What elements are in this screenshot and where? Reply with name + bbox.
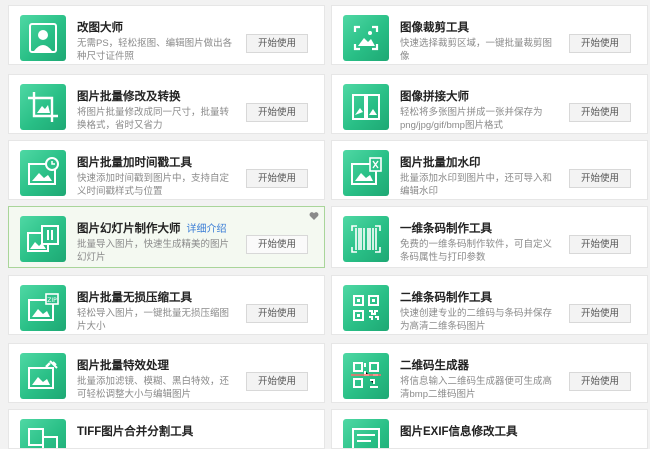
details-link[interactable]: 详细介绍 <box>187 224 227 235</box>
start-button[interactable]: 开始使用 <box>569 372 631 391</box>
tool-card[interactable]: 图片批量修改及转换将图片批量修改成同一尺寸，批量转换格式，省时又省力 开始使用 <box>8 74 325 134</box>
tool-title: 图片批量加水印 <box>400 154 481 170</box>
tool-description: 将图片批量修改成同一尺寸，批量转换格式，省时又省力 <box>77 107 230 131</box>
tool-title: 图片幻灯片制作大师 详细介绍 <box>77 220 227 236</box>
start-button[interactable]: 开始使用 <box>569 235 631 254</box>
crop-icon <box>20 84 66 130</box>
tool-card[interactable]: 图片批量特效处理批量添加滤镜、模糊、黑白特效，还可轻松调整大小与编辑图片 开始使用 <box>8 343 325 403</box>
tool-title: 图像裁剪工具 <box>400 19 469 35</box>
tool-description: 快速添加时间戳到图片中，支持自定义时间戳样式与位置 <box>77 173 230 197</box>
tool-title: 图片批量无损压缩工具 <box>77 289 192 305</box>
tool-card[interactable]: 二维码生成器将信息输入二维码生成器便可生成高清bmp二维码图片 开始使用 <box>331 343 648 403</box>
tool-description: 批量添加水印到图片中，还可导入和编辑水印 <box>400 173 553 197</box>
start-button[interactable]: 开始使用 <box>246 304 308 323</box>
tool-description: 批量添加滤镜、模糊、黑白特效，还可轻松调整大小与编辑图片 <box>77 376 230 400</box>
tool-title: 图片批量修改及转换 <box>77 88 181 104</box>
start-button[interactable]: 开始使用 <box>246 235 308 254</box>
tool-description: 免费的一维条码制作软件，可自定义条码属性与打印参数 <box>400 239 553 263</box>
tool-title-text: 二维条码制作工具 <box>400 292 492 304</box>
tool-card[interactable]: 二维条码制作工具快速创建专业的二维码与条码并保存为高清二维条码图片 开始使用 <box>331 275 648 335</box>
effects-icon <box>20 353 66 399</box>
start-button[interactable]: 开始使用 <box>246 103 308 122</box>
start-button[interactable]: 开始使用 <box>246 169 308 188</box>
tool-card[interactable]: 图片批量加水印批量添加水印到图片中，还可导入和编辑水印 开始使用 <box>331 140 648 200</box>
tool-description: 轻松将多张图片拼成一张并保存为png/jpg/gif/bmp图片格式 <box>400 107 543 131</box>
tool-title-text: 图片批量修改及转换 <box>77 91 181 103</box>
tool-title-text: 二维码生成器 <box>400 360 469 372</box>
exif-icon <box>343 419 389 448</box>
tool-title: 图片批量加时间戳工具 <box>77 154 192 170</box>
crop-frame-icon <box>343 15 389 61</box>
tool-title: 一维条码制作工具 <box>400 220 492 236</box>
tool-card[interactable]: 图像裁剪工具快速选择裁剪区域，一键批量裁剪图像 开始使用 <box>331 5 648 65</box>
tool-card[interactable]: 图片EXIF信息修改工具 <box>331 409 648 449</box>
tool-description: 轻松导入图片，一键批量无损压缩图片大小 <box>77 308 230 332</box>
tool-grid: 改图大师 无需PS，轻松抠图、编辑图片做出各种尺寸证件照 开始使用 图像裁剪工具 快速选… <box>0 0 650 449</box>
favorite-heart-icon[interactable] <box>309 211 319 221</box>
tool-title-text: 一维条码制作工具 <box>400 223 492 235</box>
tool-title-text: 图片EXIF信息修改工具 <box>400 426 518 438</box>
barcode-icon <box>343 216 389 262</box>
tool-title-text: 图像拼接大师 <box>400 91 469 103</box>
tool-title-text: TIFF图片合并分割工具 <box>77 426 194 438</box>
qr-generator-icon <box>343 353 389 399</box>
tool-title: 图片EXIF信息修改工具 <box>400 423 518 439</box>
tool-title: TIFF图片合并分割工具 <box>77 423 193 439</box>
start-button[interactable]: 开始使用 <box>569 34 631 53</box>
tool-card[interactable]: 改图大师无需PS，轻松抠图、编辑图片做出各种尺寸证件照 开始使用 <box>8 5 325 65</box>
start-button[interactable]: 开始使用 <box>569 169 631 188</box>
tool-title: 二维码生成器 <box>400 357 469 373</box>
tool-card[interactable]: 一维条码制作工具免费的一维条码制作软件，可自定义条码属性与打印参数 开始使用 <box>331 206 648 268</box>
tool-title: 改图大师 <box>77 19 123 35</box>
tool-card[interactable]: TIFF图片合并分割工具 <box>8 409 325 449</box>
tool-title-text: 图片幻灯片制作大师 <box>77 223 181 235</box>
tool-title: 二维条码制作工具 <box>400 289 492 305</box>
compress-icon: ZIP <box>20 285 66 331</box>
timestamp-icon <box>20 150 66 196</box>
tool-card[interactable]: 图片批量加时间戳工具快速添加时间戳到图片中，支持自定义时间戳样式与位置 开始使用 <box>8 140 325 200</box>
tool-title-text: 图片批量无损压缩工具 <box>77 292 192 304</box>
tool-description: 无需PS，轻松抠图、编辑图片做出各种尺寸证件照 <box>77 38 233 62</box>
tool-title-text: 图片批量特效处理 <box>77 360 169 372</box>
start-button[interactable]: 开始使用 <box>246 372 308 391</box>
tool-title-text: 图片批量加时间戳工具 <box>77 157 192 169</box>
tool-description: 快速创建专业的二维码与条码并保存为高清二维条码图片 <box>400 308 553 332</box>
tool-card[interactable]: ZIP 图片批量无损压缩工具轻松导入图片，一键批量无损压缩图片大小 开始使用 <box>8 275 325 335</box>
tool-card[interactable]: 图片幻灯片制作大师 详细介绍批量导入图片，快速生成精美的图片幻灯片 开始使用 <box>8 206 325 268</box>
tool-description: 将信息输入二维码生成器便可生成高清bmp二维码图片 <box>400 376 553 400</box>
tool-description: 批量导入图片，快速生成精美的图片幻灯片 <box>77 239 230 263</box>
slideshow-icon <box>20 216 66 262</box>
watermark-icon <box>343 150 389 196</box>
start-button[interactable]: 开始使用 <box>246 34 308 53</box>
portrait-icon <box>20 15 66 61</box>
qrcode-icon <box>343 285 389 331</box>
svg-text:ZIP: ZIP <box>47 297 57 304</box>
tool-title: 图片批量特效处理 <box>77 357 169 373</box>
tool-title-text: 图片批量加水印 <box>400 157 481 169</box>
start-button[interactable]: 开始使用 <box>569 103 631 122</box>
stitch-icon <box>343 84 389 130</box>
tool-title-text: 图像裁剪工具 <box>400 22 469 34</box>
tool-description: 快速选择裁剪区域，一键批量裁剪图像 <box>400 38 553 62</box>
tool-card[interactable]: 图像拼接大师轻松将多张图片拼成一张并保存为png/jpg/gif/bmp图片格式… <box>331 74 648 134</box>
start-button[interactable]: 开始使用 <box>569 304 631 323</box>
tiff-icon <box>20 419 66 448</box>
tool-title-text: 改图大师 <box>77 22 123 34</box>
tool-title: 图像拼接大师 <box>400 88 469 104</box>
